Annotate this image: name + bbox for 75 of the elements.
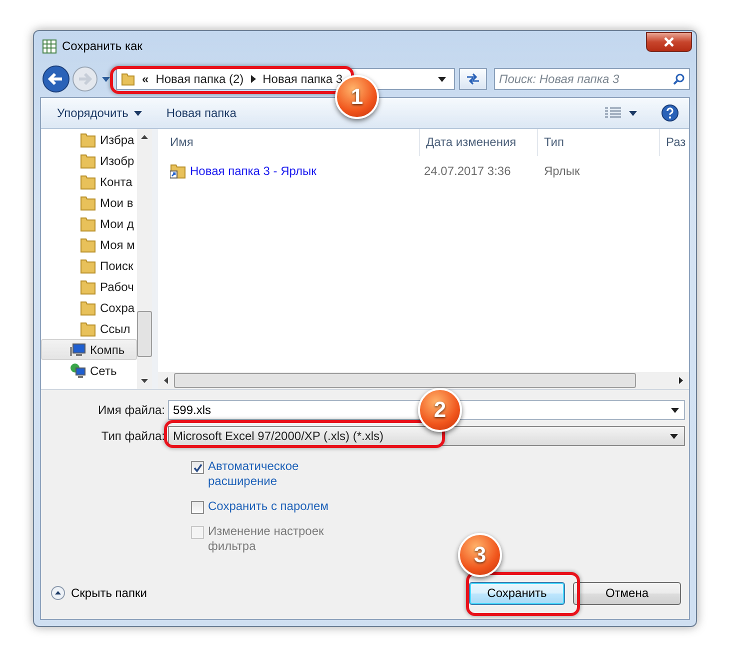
scroll-thumb[interactable] bbox=[137, 311, 152, 357]
back-button[interactable] bbox=[42, 65, 70, 93]
nav-item[interactable]: Ссыл bbox=[41, 318, 137, 339]
option-label[interactable]: Сохранить с паролем bbox=[208, 499, 334, 514]
nav-item[interactable]: Сеть bbox=[41, 360, 137, 381]
overflow-chevron[interactable]: « bbox=[142, 72, 149, 86]
new-folder-button[interactable]: Новая папка bbox=[158, 103, 244, 123]
folder-icon bbox=[121, 72, 135, 86]
nav-item[interactable]: Конта bbox=[41, 171, 137, 192]
column-header[interactable]: Имя bbox=[158, 129, 420, 156]
refresh-icon bbox=[465, 72, 481, 86]
chevron-icon[interactable] bbox=[250, 75, 256, 83]
column-header[interactable]: Раз bbox=[660, 129, 689, 156]
nav-item[interactable]: Мои в bbox=[41, 192, 137, 213]
nav-item[interactable]: Рабоч bbox=[41, 276, 137, 297]
hide-folders-button[interactable]: Скрыть папки bbox=[51, 586, 147, 600]
scrollbar[interactable] bbox=[158, 372, 689, 389]
folder-icon bbox=[80, 300, 96, 316]
help-icon[interactable] bbox=[661, 104, 679, 122]
checkbox[interactable] bbox=[191, 501, 204, 514]
scroll-down-icon[interactable] bbox=[141, 379, 148, 383]
scroll-right-icon[interactable] bbox=[679, 377, 683, 384]
shortcut-folder-icon bbox=[170, 163, 186, 179]
caret-icon bbox=[670, 434, 678, 438]
column-header[interactable]: Дата изменения bbox=[420, 129, 538, 156]
nav-item[interactable]: Поиск bbox=[41, 255, 137, 276]
breadcrumb[interactable]: Новая папка (2) bbox=[156, 72, 244, 86]
folder-icon bbox=[80, 174, 96, 190]
folder-icon bbox=[80, 216, 96, 232]
nav-item[interactable]: Избра bbox=[41, 129, 137, 150]
window-title: Сохранить как bbox=[62, 39, 142, 53]
scroll-left-icon[interactable] bbox=[164, 377, 168, 384]
folder-icon bbox=[80, 258, 96, 274]
nav-item[interactable]: Изобр bbox=[41, 150, 137, 171]
close-button[interactable] bbox=[646, 32, 692, 52]
address-bar[interactable]: « Новая папка (2) Новая папка 3 bbox=[116, 68, 455, 90]
caret-icon[interactable] bbox=[629, 110, 637, 116]
column-header[interactable]: Тип bbox=[538, 129, 660, 156]
scrollbar[interactable] bbox=[137, 129, 152, 389]
file-type-label: Тип файла: bbox=[100, 429, 166, 443]
nav-item[interactable]: Компь bbox=[41, 339, 137, 360]
file-name[interactable]: Новая папка 3 - Ярлык bbox=[190, 164, 316, 178]
nav-item[interactable]: Мои д bbox=[41, 213, 137, 234]
checkbox[interactable] bbox=[191, 461, 204, 474]
scroll-thumb[interactable] bbox=[174, 373, 636, 388]
folder-icon bbox=[80, 236, 96, 252]
table-cell-text: 24.07.2017 3:36 bbox=[423, 164, 512, 178]
option-label[interactable]: Автоматическое расширение bbox=[208, 459, 334, 489]
search-field[interactable]: Поиск: Новая папка 3 bbox=[494, 68, 690, 90]
organize-button[interactable]: Упорядочить bbox=[49, 103, 150, 123]
caret-icon bbox=[134, 110, 142, 116]
caret-icon[interactable] bbox=[671, 408, 679, 413]
view-list-icon[interactable] bbox=[605, 107, 621, 119]
folder-icon bbox=[80, 278, 96, 294]
spreadsheet-icon bbox=[42, 38, 58, 54]
collapse-icon bbox=[51, 586, 65, 600]
file-type-dropdown[interactable]: Microsoft Excel 97/2000/XP (.xls) (*.xls) bbox=[168, 426, 685, 446]
refresh-button[interactable] bbox=[459, 68, 487, 90]
search-icon bbox=[673, 73, 685, 85]
computer-icon bbox=[70, 342, 86, 358]
checkmark-icon bbox=[192, 462, 202, 472]
table-cell-text: Ярлык bbox=[543, 164, 581, 178]
folder-icon bbox=[80, 132, 96, 148]
dialog-button[interactable]: Сохранить bbox=[469, 582, 565, 604]
file-name-label: Имя файла: bbox=[97, 403, 166, 417]
folder-icon bbox=[80, 152, 96, 168]
nav-item[interactable]: Сохра bbox=[41, 297, 137, 318]
folder-icon bbox=[80, 320, 96, 336]
folder-icon bbox=[80, 194, 96, 210]
network-icon bbox=[70, 362, 86, 378]
caret-icon[interactable] bbox=[438, 76, 446, 82]
scroll-up-icon[interactable] bbox=[141, 135, 148, 139]
close-icon bbox=[663, 37, 675, 47]
dialog-button[interactable]: Отмена bbox=[573, 582, 681, 604]
nav-item[interactable]: Моя м bbox=[41, 234, 137, 255]
